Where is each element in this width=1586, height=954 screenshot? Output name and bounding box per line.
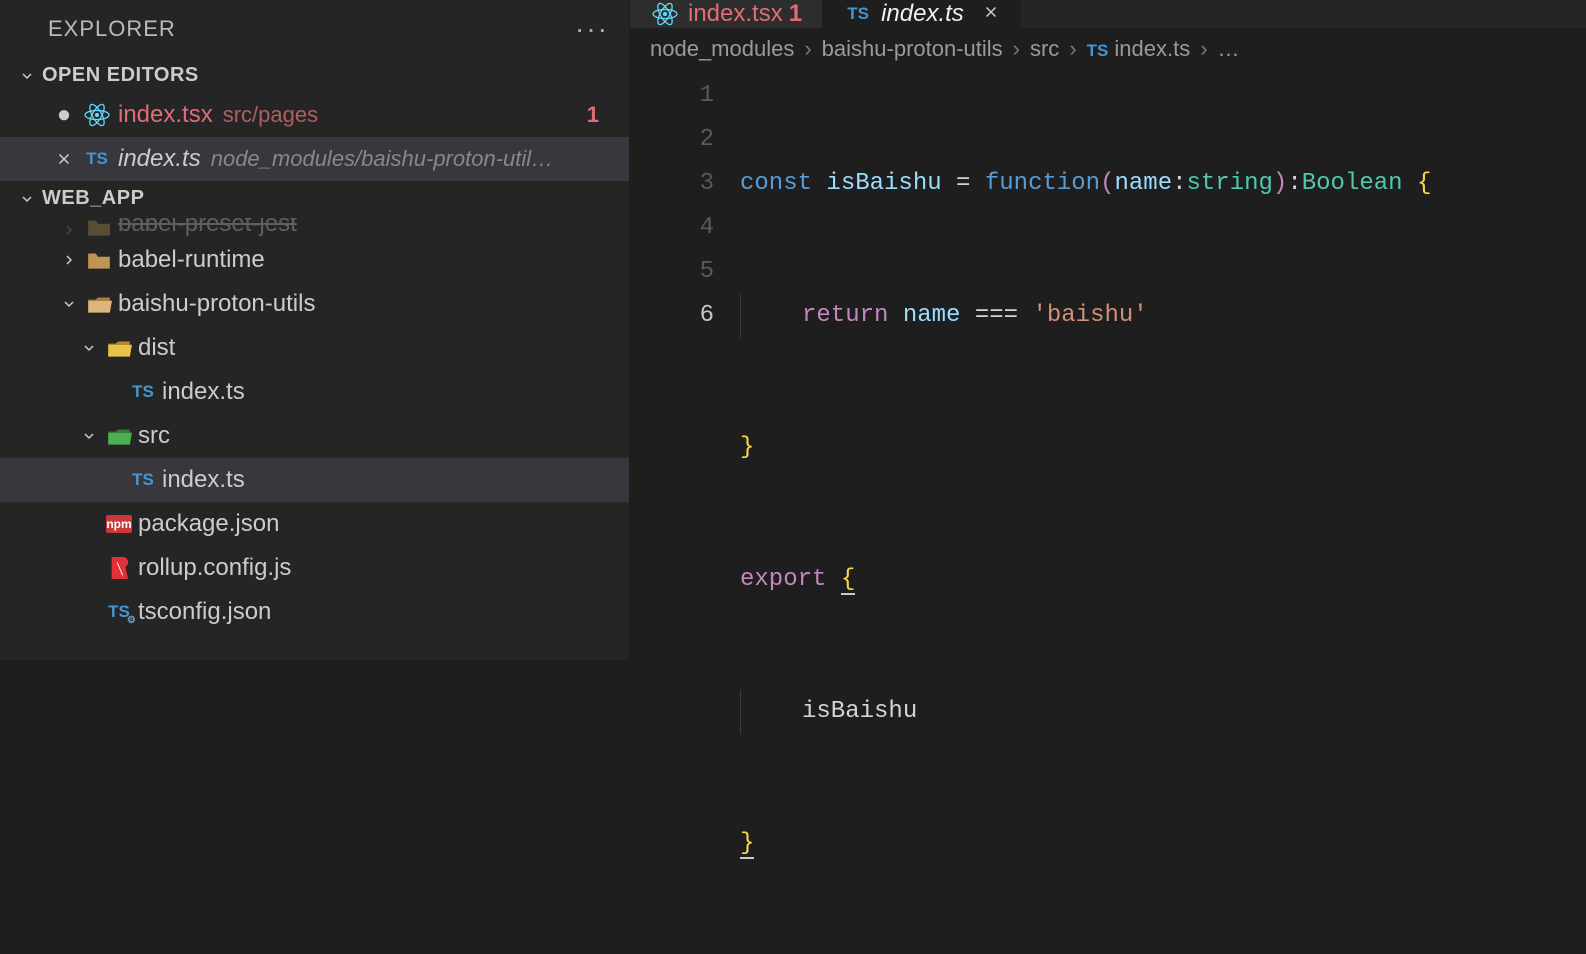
chevron-right-icon: › [1069,36,1076,62]
tree-label: baishu-proton-utils [118,290,315,318]
tab-label: index.ts [881,0,964,28]
line-number: 4 [630,206,714,250]
open-editor-filename: index.tsx [118,101,213,129]
typescript-icon: TS [126,470,160,490]
rollup-icon [102,555,136,581]
project-label: WEB_APP [42,187,144,210]
chevron-right-icon [56,252,82,268]
tree-file[interactable]: npm package.json [0,502,629,546]
editor-area: index.tsx 1 TS index.ts node_modules › b… [630,0,1586,660]
chevron-right-icon [56,222,82,238]
explorer-sidebar: EXPLORER ··· OPEN EDITORS ● index.tsx sr… [0,0,630,660]
file-tree: babel-preset-jest babel-runtime baishu-p… [0,216,629,634]
editor-tabs: index.tsx 1 TS index.ts [630,0,1586,28]
modified-dot-icon[interactable]: ● [48,101,80,129]
line-number: 6 [630,294,714,338]
tree-file[interactable]: rollup.config.js [0,546,629,590]
project-header[interactable]: WEB_APP [0,181,629,216]
folder-icon [82,249,116,271]
tree-label: src [138,422,170,450]
tree-label: babel-preset-jest [118,218,297,238]
chevron-right-icon: › [1013,36,1020,62]
breadcrumb-trailing[interactable]: … [1218,36,1240,62]
breadcrumb-segment[interactable]: node_modules [650,36,794,62]
tab-badge: 1 [789,0,802,28]
tree-folder[interactable]: babel-runtime [0,238,629,282]
tree-label: dist [138,334,175,362]
explorer-header: EXPLORER ··· [0,0,629,58]
open-editors-header[interactable]: OPEN EDITORS [0,58,629,93]
open-editors-label: OPEN EDITORS [42,64,199,87]
code-content[interactable]: const isBaishu = function(name:string):B… [740,74,1586,954]
tree-file[interactable]: TS index.ts [0,458,629,502]
folder-src-icon [102,425,136,447]
close-icon[interactable] [982,0,1000,28]
chevron-right-icon: › [804,36,811,62]
tree-folder[interactable]: baishu-proton-utils [0,282,629,326]
line-number: 2 [630,118,714,162]
tsconfig-icon: TS⚙ [102,602,136,622]
react-icon [80,102,114,128]
typescript-icon: TS [843,4,873,24]
typescript-icon: TS [1087,36,1109,62]
line-number: 3 [630,162,714,206]
tree-folder[interactable]: src [0,414,629,458]
line-number: 5 [630,250,714,294]
chevron-down-icon [76,340,102,356]
tree-label: tsconfig.json [138,598,271,626]
folder-dist-icon [102,337,136,359]
close-icon[interactable] [48,150,80,168]
npm-icon: npm [102,515,136,533]
tab-index-tsx[interactable]: index.tsx 1 [630,0,823,28]
tree-label: rollup.config.js [138,554,291,582]
tab-label: index.tsx [688,0,783,28]
open-editor-item[interactable]: TS index.ts node_modules/baishu-proton-u… [0,137,629,181]
tree-label: package.json [138,510,279,538]
open-editor-path: src/pages [223,102,587,128]
tree-folder[interactable]: babel-preset-jest [0,218,629,238]
chevron-right-icon: › [1200,36,1207,62]
breadcrumb-segment[interactable]: baishu-proton-utils [822,36,1003,62]
tree-folder[interactable]: dist [0,326,629,370]
typescript-icon: TS [80,149,114,169]
tree-label: babel-runtime [118,246,265,274]
react-icon [650,1,680,27]
line-number: 1 [630,74,714,118]
chevron-down-icon [76,428,102,444]
tree-label: index.ts [162,378,245,406]
tab-index-ts[interactable]: TS index.ts [823,0,1021,28]
chevron-down-icon [56,296,82,312]
open-editor-filename: index.ts [118,145,201,173]
open-editor-item[interactable]: ● index.tsx src/pages 1 [0,93,629,137]
breadcrumb[interactable]: node_modules › baishu-proton-utils › src… [630,28,1586,70]
folder-open-icon [82,293,116,315]
code-editor[interactable]: 1 2 3 4 5 6 const isBaishu = function(na… [630,70,1586,954]
breadcrumb-file[interactable]: index.ts [1114,36,1190,62]
tree-label: index.ts [162,466,245,494]
folder-icon [82,218,116,238]
chevron-down-icon [18,67,36,85]
explorer-title: EXPLORER [48,16,176,42]
tree-file[interactable]: TS⚙ tsconfig.json [0,590,629,634]
open-editor-path: node_modules/baishu-proton-util… [211,146,609,172]
typescript-icon: TS [126,382,160,402]
line-number-gutter: 1 2 3 4 5 6 [630,74,740,954]
tree-file[interactable]: TS index.ts [0,370,629,414]
problems-badge: 1 [587,102,609,128]
chevron-down-icon [18,190,36,208]
breadcrumb-segment[interactable]: src [1030,36,1059,62]
